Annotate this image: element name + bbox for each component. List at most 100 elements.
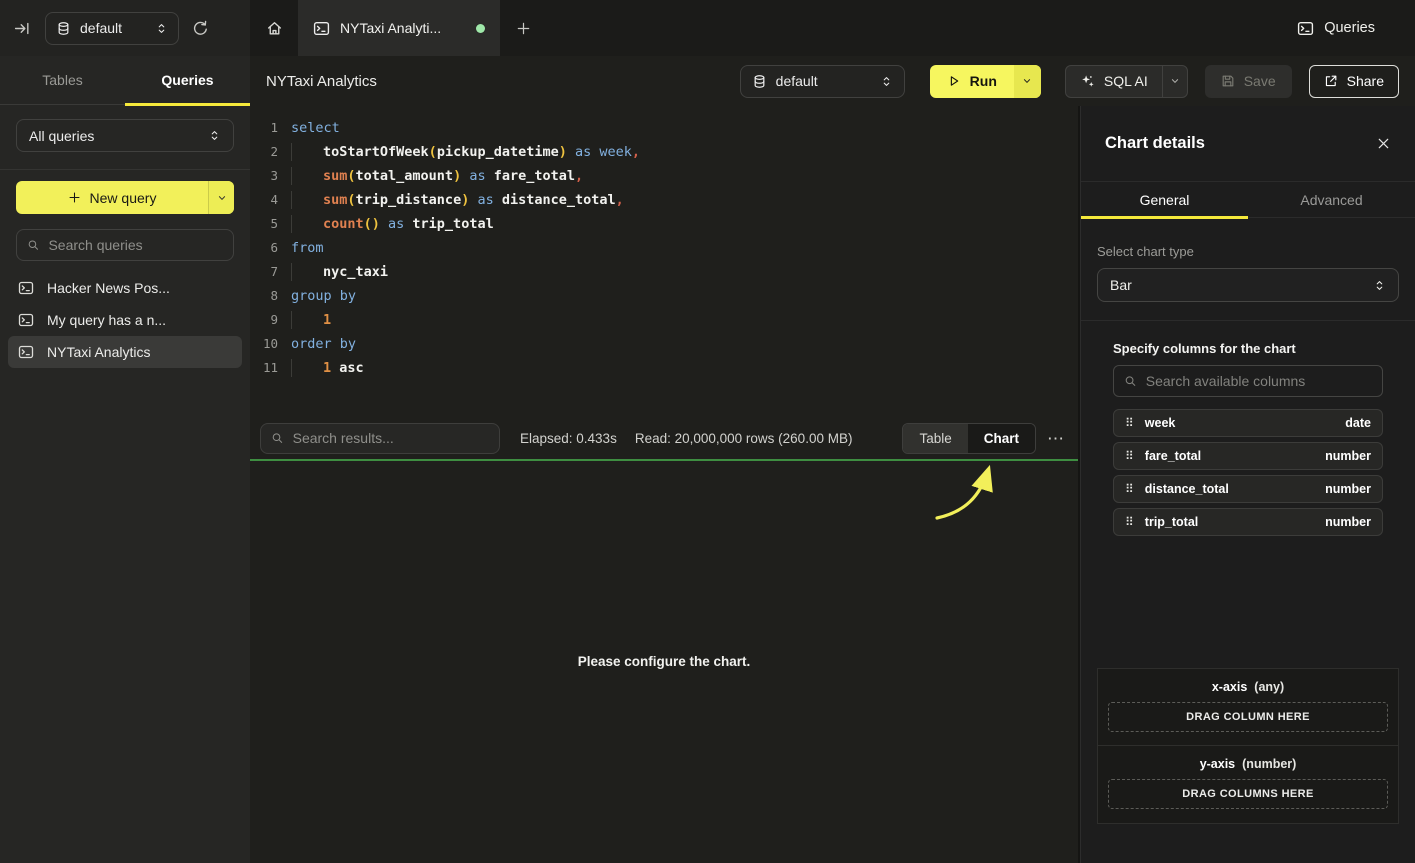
new-query-button[interactable]: New query [16, 181, 234, 214]
chart-details-tabs: General Advanced [1081, 182, 1415, 218]
database-selector[interactable]: default [45, 12, 179, 45]
drag-handle-icon[interactable]: ⠿ [1125, 417, 1134, 429]
curved-arrow-annotation [920, 463, 1030, 525]
new-tab-button[interactable] [500, 0, 546, 56]
terminal-icon [18, 312, 34, 328]
columns-section-label: Specify columns for the chart [1113, 341, 1383, 356]
code-token: ( [347, 168, 355, 184]
run-database-value: default [776, 73, 871, 89]
sql-ai-dropdown[interactable] [1162, 66, 1187, 97]
query-tab[interactable]: NYTaxi Analyti... [298, 0, 500, 56]
sidebar-tab-tables[interactable]: Tables [0, 56, 125, 104]
column-chip[interactable]: ⠿weekdate [1113, 409, 1383, 437]
code-token: asc [331, 360, 364, 376]
collapse-sidebar-icon[interactable] [14, 20, 31, 37]
x-axis-constraint: (any) [1254, 680, 1284, 694]
view-toggle-chart[interactable]: Chart [968, 424, 1035, 453]
code-line: 5count() as trip_total [250, 212, 1078, 236]
indent-guide [291, 167, 323, 185]
column-chip-list: ⠿weekdate⠿fare_totalnumber⠿distance_tota… [1113, 409, 1383, 536]
column-type: number [1325, 515, 1371, 529]
chevron-up-down-icon [880, 75, 893, 88]
refresh-icon[interactable] [192, 20, 209, 37]
top-bar: default NYTaxi Analyti... Queries [0, 0, 1415, 56]
query-list-item[interactable]: NYTaxi Analytics [8, 336, 242, 368]
columns-search-input[interactable] [1146, 373, 1372, 389]
line-number: 10 [250, 332, 278, 356]
chart-details-header: Chart details [1081, 106, 1415, 182]
column-chip[interactable]: ⠿trip_totalnumber [1113, 508, 1383, 536]
terminal-icon [18, 280, 34, 296]
code-token: , [575, 168, 583, 184]
query-label: My query has a n... [47, 312, 166, 328]
sql-ai-button[interactable]: SQL AI [1065, 65, 1188, 98]
tab-advanced[interactable]: Advanced [1248, 182, 1415, 217]
results-search-input[interactable] [293, 430, 489, 446]
sql-editor[interactable]: 1select2toStartOfWeek(pickup_datetime) a… [250, 106, 1078, 417]
code-token: sum [323, 192, 347, 208]
search-icon [271, 431, 284, 445]
drag-handle-icon[interactable]: ⠿ [1125, 516, 1134, 528]
code-token: total_amount [356, 168, 454, 184]
code-token: from [291, 240, 324, 256]
page-title: NYTaxi Analytics [266, 73, 377, 90]
code-token: 1 [323, 360, 331, 376]
share-button[interactable]: Share [1309, 65, 1399, 98]
sidebar-tab-queries[interactable]: Queries [125, 56, 250, 104]
y-axis-dropzone[interactable]: DRAG COLUMNS HERE [1108, 779, 1388, 809]
code-token: as [469, 192, 502, 208]
ellipsis-icon[interactable]: ⋯ [1047, 430, 1064, 447]
sidebar-divider [0, 169, 250, 170]
tab-general[interactable]: General [1081, 182, 1248, 217]
query-list-item[interactable]: My query has a n... [8, 304, 242, 336]
run-button-main: Run [930, 65, 1014, 98]
chart-type-value: Bar [1110, 277, 1365, 293]
queries-filter-value: All queries [29, 128, 208, 144]
chart-details-panel: Chart details General Advanced Select ch… [1080, 106, 1415, 863]
chart-type-select[interactable]: Bar [1097, 268, 1399, 302]
share-label: Share [1347, 73, 1384, 89]
results-search[interactable] [260, 423, 500, 454]
save-label: Save [1244, 73, 1276, 89]
drag-handle-icon[interactable]: ⠿ [1125, 450, 1134, 462]
drag-handle-icon[interactable]: ⠿ [1125, 483, 1134, 495]
line-number: 2 [250, 140, 278, 164]
run-database-selector[interactable]: default [740, 65, 905, 98]
queries-button[interactable]: Queries [1297, 20, 1415, 37]
chevron-up-down-icon [208, 129, 221, 142]
queries-button-label: Queries [1324, 20, 1375, 36]
code-token: toStartOfWeek [323, 144, 429, 160]
query-list-item[interactable]: Hacker News Pos... [8, 272, 242, 304]
query-tab-title: NYTaxi Analyti... [340, 20, 441, 36]
code-line: 8group by [250, 284, 1078, 308]
indent-guide [291, 263, 323, 281]
code-token: group by [291, 288, 356, 304]
query-search-input[interactable] [48, 237, 223, 253]
code-token: trip_distance [356, 192, 462, 208]
query-list: Hacker News Pos... My query has a n... NYT… [0, 272, 250, 368]
column-type: number [1325, 482, 1371, 496]
x-axis-dropzone[interactable]: DRAG COLUMN HERE [1108, 702, 1388, 732]
save-button[interactable]: Save [1205, 65, 1292, 98]
columns-search[interactable] [1113, 365, 1383, 397]
new-query-dropdown[interactable] [208, 181, 234, 214]
close-icon[interactable] [1376, 136, 1391, 151]
run-options-dropdown[interactable] [1014, 65, 1041, 98]
elapsed-stat: Elapsed: 0.433s [520, 431, 617, 446]
code-token: 1 [323, 312, 331, 328]
axes-card: x-axis (any) DRAG COLUMN HERE y-axis (nu… [1097, 668, 1399, 824]
home-tab[interactable] [250, 0, 298, 56]
column-chip[interactable]: ⠿ distance_total number [1113, 475, 1383, 503]
column-chip[interactable]: ⠿fare_totalnumber [1113, 442, 1383, 470]
x-axis-label: x-axis [1212, 680, 1247, 694]
column-name: distance_total [1145, 482, 1229, 496]
run-button[interactable]: Run [930, 65, 1041, 98]
new-query-main: New query [16, 181, 208, 214]
view-toggle: Table Chart [902, 423, 1036, 454]
indent-guide [291, 359, 323, 377]
view-toggle-table[interactable]: Table [903, 424, 967, 453]
query-search[interactable] [16, 229, 234, 261]
line-number: 7 [250, 260, 278, 284]
queries-filter-select[interactable]: All queries [16, 119, 234, 152]
code-token: () [364, 216, 380, 232]
